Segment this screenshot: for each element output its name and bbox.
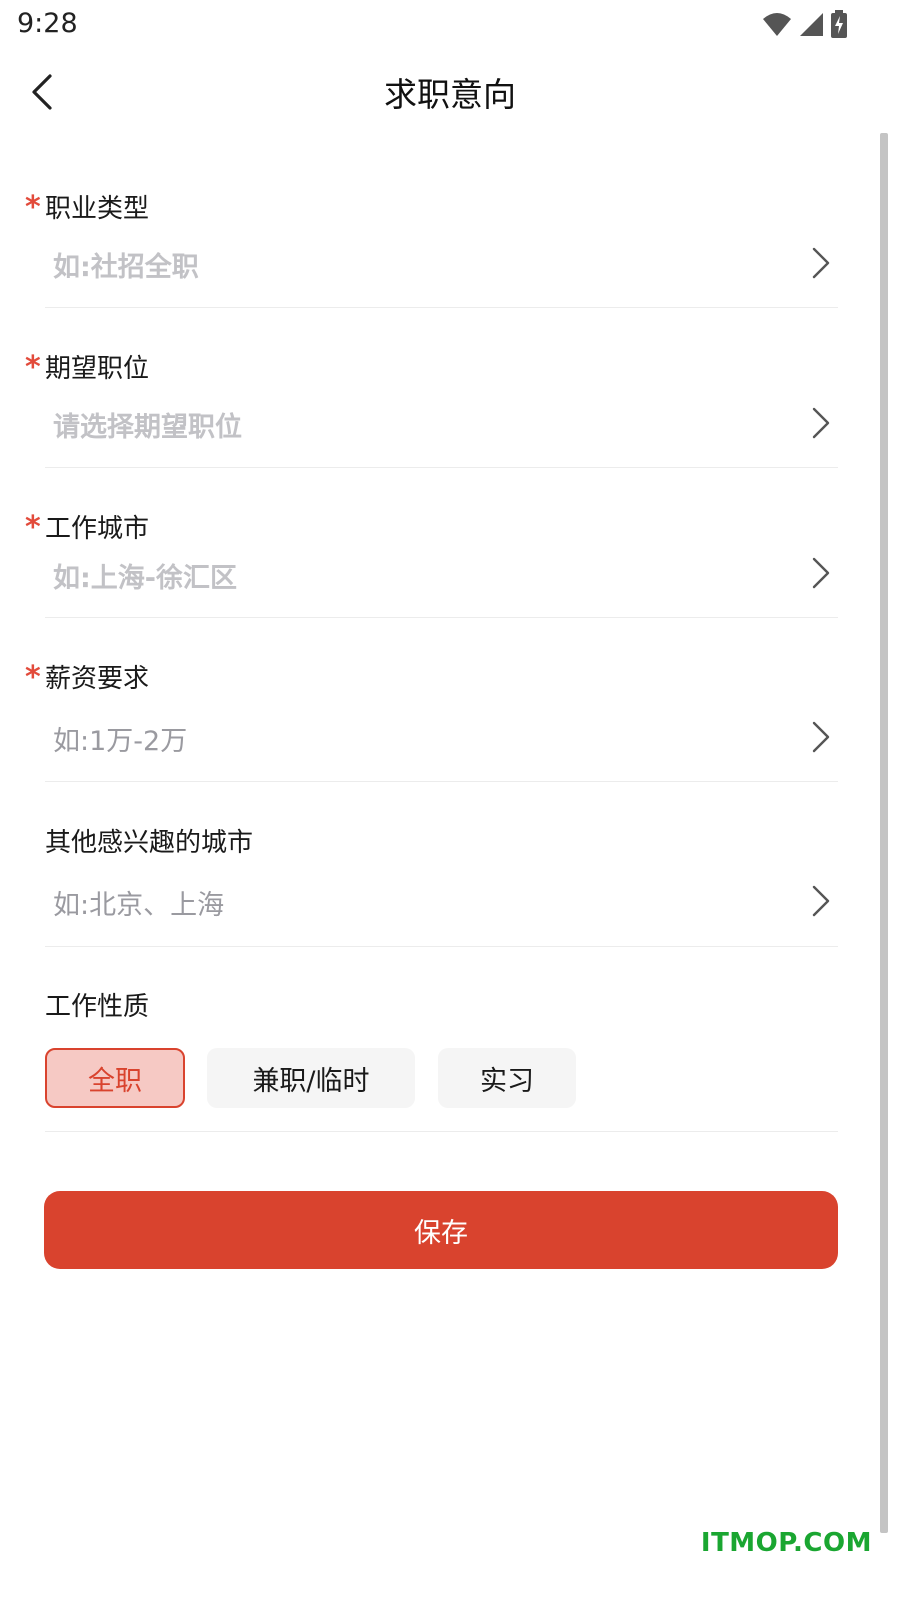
expected-position-value[interactable]: 请选择期望职位 bbox=[53, 405, 242, 444]
watermark: ITMOP.COM bbox=[700, 1528, 872, 1558]
status-icons bbox=[762, 10, 848, 38]
field-label: 职业类型 bbox=[45, 194, 150, 224]
other-cities-value[interactable]: 如:北京、上海 bbox=[53, 883, 224, 922]
field-other-cities[interactable]: 其他感兴趣的城市 如:北京、上海 bbox=[45, 820, 838, 947]
field-label: 工作性质 bbox=[45, 992, 150, 1022]
job-type-value[interactable]: 如:社招全职 bbox=[53, 245, 199, 284]
tag-internship[interactable]: 实习 bbox=[438, 1048, 576, 1108]
chevron-right-icon bbox=[812, 247, 830, 279]
status-bar: 9:28 bbox=[0, 0, 900, 48]
salary-value[interactable]: 如:1万-2万 bbox=[53, 719, 187, 758]
field-expected-position[interactable]: * 期望职位 请选择期望职位 bbox=[25, 346, 838, 468]
page-title: 求职意向 bbox=[384, 75, 516, 114]
required-mark: * bbox=[25, 660, 41, 695]
field-work-type: 工作性质 全职 兼职/临时 实习 bbox=[45, 984, 838, 1132]
save-button[interactable]: 保存 bbox=[44, 1191, 838, 1269]
field-salary[interactable]: * 薪资要求 如:1万-2万 bbox=[25, 656, 838, 782]
scrollbar-thumb[interactable] bbox=[880, 133, 888, 1533]
required-mark: * bbox=[25, 350, 41, 385]
wifi-icon bbox=[763, 13, 791, 36]
field-work-city[interactable]: * 工作城市 如:上海-徐汇区 bbox=[25, 506, 838, 618]
battery-charging-icon bbox=[831, 10, 847, 38]
work-city-value[interactable]: 如:上海-徐汇区 bbox=[53, 556, 237, 595]
chevron-right-icon bbox=[812, 721, 830, 753]
field-label: 期望职位 bbox=[45, 354, 150, 384]
field-label: 工作城市 bbox=[45, 514, 150, 544]
field-job-type[interactable]: * 职业类型 如:社招全职 bbox=[25, 186, 838, 308]
required-mark: * bbox=[25, 510, 41, 545]
tag-part-time[interactable]: 兼职/临时 bbox=[207, 1048, 415, 1108]
tag-full-time[interactable]: 全职 bbox=[45, 1048, 185, 1108]
chevron-right-icon bbox=[812, 557, 830, 589]
chevron-right-icon bbox=[812, 407, 830, 439]
required-mark: * bbox=[25, 190, 41, 225]
cell-signal-icon bbox=[800, 13, 823, 36]
job-intention-page: 9:28 求职意向 * 职业类型 如:社招全职 * 期望职位 请选择期望职位 *… bbox=[0, 0, 900, 1600]
chevron-right-icon bbox=[812, 885, 830, 917]
app-header: 求职意向 bbox=[0, 48, 900, 132]
field-label: 其他感兴趣的城市 bbox=[45, 828, 254, 858]
field-label: 薪资要求 bbox=[45, 664, 150, 694]
status-time: 9:28 bbox=[17, 8, 78, 39]
